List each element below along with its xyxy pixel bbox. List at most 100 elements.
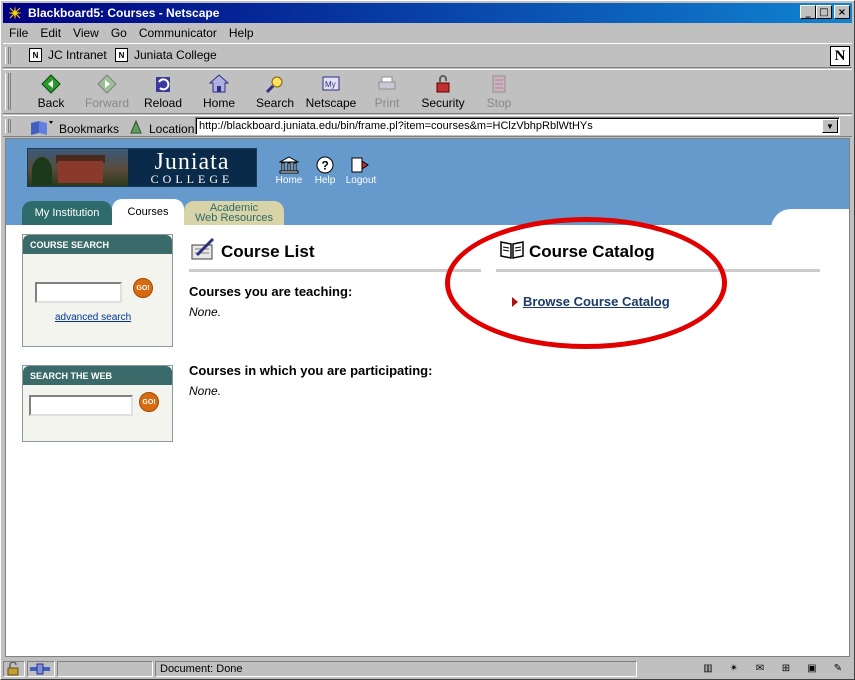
navigation-toolbar: Back Forward Reload Home Search My Netsc… — [3, 69, 852, 114]
toolbar-grip[interactable] — [5, 73, 11, 110]
bookmark-page-icon: N — [115, 48, 128, 62]
course-search-input[interactable] — [35, 282, 122, 303]
page-proxy-icon[interactable] — [129, 119, 143, 138]
reload-icon — [135, 72, 191, 96]
progress-bar — [57, 661, 153, 677]
stop-button[interactable]: Stop — [471, 72, 527, 110]
forward-arrow-icon — [79, 72, 135, 96]
course-list-divider — [189, 269, 481, 272]
netscape-icon: My — [303, 72, 359, 96]
toolbar-grip[interactable] — [5, 47, 11, 64]
back-label: Back — [37, 96, 65, 110]
link-label: JC Intranet — [48, 48, 107, 62]
svg-text:?: ? — [322, 159, 329, 173]
connection-status-icon — [27, 661, 55, 677]
security-label: Security — [421, 96, 465, 110]
reload-button[interactable]: Reload — [135, 72, 191, 110]
menu-view[interactable]: View — [67, 24, 105, 42]
bookmarks-button[interactable]: Bookmarks — [29, 119, 119, 138]
netscape-app-icon — [7, 5, 23, 21]
location-label: Location: — [149, 121, 198, 136]
tab-my-institution[interactable]: My Institution — [22, 201, 112, 225]
campus-photo — [28, 149, 128, 186]
web-search-header: SEARCH THE WEB — [23, 366, 172, 385]
close-button[interactable]: × — [834, 5, 850, 19]
logout-door-icon — [341, 155, 381, 175]
header-banner: Juniata COLLEGE Home ? Help Logout My In… — [6, 139, 849, 229]
menu-edit[interactable]: Edit — [34, 24, 67, 42]
location-toolbar: Bookmarks Location: http://blackboard.ju… — [3, 115, 852, 137]
logo-sub: COLLEGE — [150, 171, 234, 186]
web-search-input[interactable] — [29, 395, 133, 416]
status-bar: Document: Done ▥ ✴ ✉ ⊞ ▣ ✎ — [3, 659, 852, 679]
forward-button[interactable]: Forward — [79, 72, 135, 110]
participating-label: Courses in which you are participating: — [189, 363, 433, 378]
participating-value: None. — [189, 384, 222, 398]
home-button[interactable]: Home — [191, 72, 247, 110]
print-button[interactable]: Print — [359, 72, 415, 110]
tab-bar: My Institution Courses Academic Web Reso… — [6, 199, 849, 225]
top-home-button[interactable]: Home — [269, 155, 309, 186]
menu-bar: File Edit View Go Communicator Help — [3, 24, 260, 42]
maximize-button[interactable]: □ — [816, 5, 832, 19]
address-book-icon[interactable]: ▣ — [802, 661, 822, 676]
window-title: Blackboard5: Courses - Netscape — [28, 6, 220, 20]
menu-file[interactable]: File — [3, 24, 34, 42]
stop-icon — [471, 72, 527, 96]
teaching-value: None. — [189, 305, 222, 319]
menu-go[interactable]: Go — [105, 24, 133, 42]
home-icon — [191, 72, 247, 96]
go-label: GO! — [136, 284, 150, 292]
security-status-icon[interactable] — [3, 661, 25, 677]
banner-curve — [771, 209, 849, 229]
top-help-label: Help — [314, 175, 336, 186]
netscape-logo-icon[interactable]: N — [830, 46, 850, 66]
top-home-label: Home — [275, 175, 303, 186]
mail-icon[interactable]: ✉ — [750, 661, 770, 676]
logo-name: Juniata — [154, 148, 230, 175]
url-field[interactable]: http://blackboard.juniata.edu/bin/frame.… — [195, 117, 840, 135]
browser-window: Blackboard5: Courses - Netscape _ □ × Fi… — [0, 0, 855, 680]
bookmarks-label: Bookmarks — [59, 121, 120, 136]
web-search-box: SEARCH THE WEB GO! — [22, 365, 173, 442]
lock-icon — [415, 72, 471, 96]
course-list-title: Course List — [221, 241, 315, 261]
bookmark-page-icon: N — [29, 48, 42, 62]
toolbar-grip[interactable] — [5, 119, 11, 133]
search-button[interactable]: Search — [247, 72, 303, 110]
advanced-search-link[interactable]: advanced search — [55, 312, 131, 323]
navigator-icon[interactable]: ✴ — [724, 661, 744, 676]
title-bar: Blackboard5: Courses - Netscape _ □ × — [3, 3, 852, 23]
security-button[interactable]: Security — [415, 72, 471, 110]
component-bar-grip-icon[interactable]: ▥ — [698, 661, 718, 676]
web-search-go-button[interactable]: GO! — [139, 392, 159, 412]
netscape-label: Netscape — [305, 96, 357, 110]
back-arrow-icon — [23, 72, 79, 96]
course-search-go-button[interactable]: GO! — [133, 278, 153, 298]
course-list-pencil-icon — [189, 237, 217, 266]
netscape-button[interactable]: My Netscape — [303, 72, 359, 110]
tab-courses[interactable]: Courses — [112, 199, 184, 225]
go-label: GO! — [142, 398, 156, 406]
search-label: Search — [255, 96, 295, 110]
composer-icon[interactable]: ✎ — [828, 661, 848, 676]
link-jc-intranet[interactable]: N JC Intranet — [29, 48, 107, 62]
minimize-button[interactable]: _ — [800, 5, 816, 19]
juniata-logo[interactable]: Juniata COLLEGE — [27, 148, 257, 187]
tab-label-line2: Web Resources — [194, 212, 274, 224]
tab-label: My Institution — [34, 207, 100, 219]
link-label: Juniata College — [134, 48, 217, 62]
url-text: http://blackboard.juniata.edu/bin/frame.… — [199, 120, 593, 132]
home-label: Home — [202, 96, 235, 110]
help-icon: ? — [305, 155, 345, 175]
link-juniata-college[interactable]: N Juniata College — [115, 48, 217, 62]
newsgroups-icon[interactable]: ⊞ — [776, 661, 796, 676]
teaching-label: Courses you are teaching: — [189, 284, 353, 299]
menu-help[interactable]: Help — [223, 24, 260, 42]
top-help-button[interactable]: ? Help — [305, 155, 345, 186]
tab-academic-web-resources[interactable]: Academic Web Resources — [184, 201, 284, 225]
top-logout-button[interactable]: Logout — [341, 155, 381, 186]
menu-communicator[interactable]: Communicator — [133, 24, 223, 42]
back-button[interactable]: Back — [23, 72, 79, 110]
url-dropdown-arrow-icon[interactable]: ▼ — [822, 119, 838, 133]
